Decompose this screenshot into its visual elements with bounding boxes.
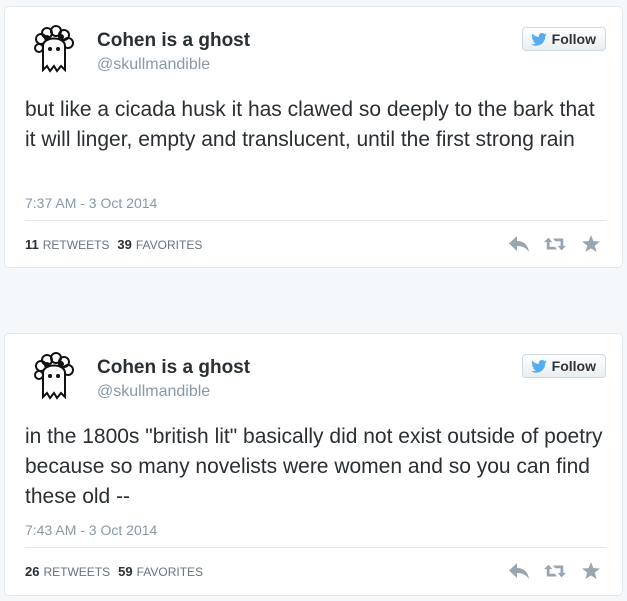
divider bbox=[25, 220, 606, 221]
tweet-stats: 11 RETWEETS 39 FAVORITES bbox=[25, 237, 202, 252]
favorites-stat[interactable]: 39 FAVORITES bbox=[117, 237, 202, 252]
timestamp[interactable]: 7:43 AM - 3 Oct 2014 bbox=[25, 522, 157, 538]
retweets-label: RETWEETS bbox=[42, 238, 110, 252]
tweet-text: but like a cicada husk it has clawed so … bbox=[25, 98, 595, 151]
follow-button[interactable]: Follow bbox=[521, 27, 606, 51]
favorites-count: 59 bbox=[118, 564, 133, 579]
follow-label: Follow bbox=[551, 31, 596, 47]
favorites-label: FAVORITES bbox=[135, 238, 203, 252]
favorites-count: 39 bbox=[117, 237, 132, 252]
retweet-icon[interactable] bbox=[544, 562, 566, 580]
favorites-label: FAVORITES bbox=[136, 565, 204, 579]
twitter-bird-icon bbox=[530, 359, 547, 373]
follow-label: Follow bbox=[551, 358, 596, 374]
tweet-card: Cohen is a ghost @skullmandible Follow b… bbox=[4, 6, 623, 268]
ghost-avatar[interactable] bbox=[27, 351, 81, 405]
retweets-stat[interactable]: 11 RETWEETS bbox=[25, 237, 109, 252]
retweets-label: RETWEETS bbox=[43, 565, 111, 579]
display-name[interactable]: Cohen is a ghost bbox=[97, 30, 250, 52]
tweet-card: Cohen is a ghost @skullmandible Follow i… bbox=[4, 333, 623, 596]
tweet-stats: 26 RETWEETS 59 FAVORITES bbox=[25, 564, 203, 579]
screen-name[interactable]: @skullmandible bbox=[97, 383, 210, 401]
ghost-avatar[interactable] bbox=[27, 24, 81, 78]
twitter-bird-icon bbox=[530, 32, 547, 46]
tweet-text: in the 1800s "british lit" basically did… bbox=[25, 425, 603, 508]
screen-name[interactable]: @skullmandible bbox=[97, 56, 210, 74]
favorite-star-icon[interactable] bbox=[580, 562, 602, 580]
favorite-star-icon[interactable] bbox=[580, 235, 602, 253]
display-name[interactable]: Cohen is a ghost bbox=[97, 357, 250, 379]
tweet-actions bbox=[508, 235, 602, 253]
divider bbox=[25, 547, 606, 548]
retweets-stat[interactable]: 26 RETWEETS bbox=[25, 564, 110, 579]
retweets-count: 26 bbox=[25, 564, 40, 579]
retweets-count: 11 bbox=[25, 237, 39, 252]
tweet-actions bbox=[508, 562, 602, 580]
timestamp[interactable]: 7:37 AM - 3 Oct 2014 bbox=[25, 195, 157, 211]
follow-button[interactable]: Follow bbox=[521, 354, 606, 378]
reply-icon[interactable] bbox=[508, 562, 530, 580]
retweet-icon[interactable] bbox=[544, 235, 566, 253]
favorites-stat[interactable]: 59 FAVORITES bbox=[118, 564, 203, 579]
reply-icon[interactable] bbox=[508, 235, 530, 253]
